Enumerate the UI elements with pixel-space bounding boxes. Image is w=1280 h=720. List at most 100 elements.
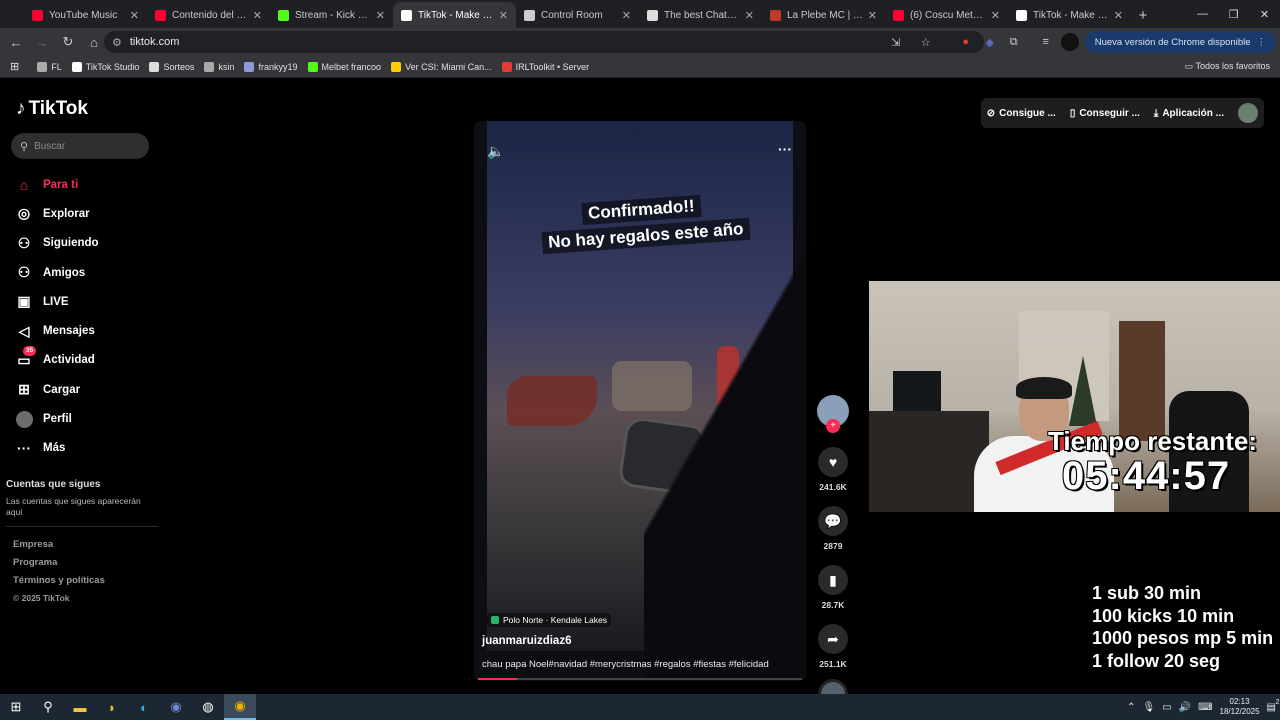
video-player[interactable]: Confirmado!! No hay regalos este año 🔈 ·… [474,121,806,681]
volume-icon[interactable]: 🔈 [487,143,504,160]
video-progress-bar[interactable] [478,678,802,680]
tab-close-icon[interactable]: ✕ [991,9,1000,22]
chrome-taskbar-icon[interactable]: ◉ [224,694,256,720]
sidebar-item-live[interactable]: ▣ LIVE [15,287,99,316]
sidebar-item-compass[interactable]: ◎ Explorar [15,199,99,228]
notification-icon[interactable]: ▤ 2 [1267,699,1280,713]
sidebar-item-friends[interactable]: ⚇ Amigos [15,258,99,287]
creator-avatar[interactable]: + [817,395,849,433]
sidebar-item-messages[interactable]: ◁ Mensajes [15,316,99,345]
browser-tab[interactable]: TikTok - Make Your Day ✕ [1008,2,1131,28]
tray-chevron-icon[interactable]: ⌃ [1127,702,1135,713]
share-arrow-icon[interactable]: ➦ [818,624,848,654]
restore-icon[interactable]: ❐ [1218,0,1249,28]
bookmark-label: TikTok Studio [85,61,140,72]
close-window-icon[interactable]: ✕ [1249,0,1280,28]
browser-tab[interactable]: The best ChatBot and ✕ [639,2,762,28]
like-heart-icon[interactable]: ♥ [818,447,848,477]
profile-avatar-icon[interactable] [1060,33,1079,51]
all-bookmarks[interactable]: ▭ Todos los favoritos [1185,61,1270,72]
address-bar[interactable]: ⚙ tiktok.com [104,31,984,53]
sidebar-item-following[interactable]: ⚇ Siguiendo [15,229,99,258]
messages-icon: ◁ [18,322,30,339]
extensions-icon[interactable]: ⧉ [1005,33,1023,51]
search-input[interactable]: ⚲ Buscar [11,133,149,159]
obs-icon[interactable]: ◍ [192,694,224,720]
discord-icon[interactable]: ◉ [160,694,192,720]
new-tab-button[interactable]: + [1131,2,1155,28]
apps-grid-icon[interactable]: ⊞ [10,60,19,73]
home-icon[interactable]: ⌂ [82,30,106,54]
clock[interactable]: 02:13 18/12/2025 [1220,697,1260,717]
taskbar-search-icon[interactable]: ⚲ [32,694,64,720]
edge-icon[interactable]: ◐ [128,694,160,720]
footer-link[interactable]: Programa [13,557,105,575]
top-actions: ⊘ Consigue ... ▯ Conseguir ... ⤓ Aplicación… [980,98,1264,128]
volume-tray-icon[interactable]: 🔊 [1179,702,1191,713]
tab-close-icon[interactable]: ✕ [376,9,385,22]
app-shield-icon[interactable]: ◗ [96,694,128,720]
following-icon: ⚇ [17,234,31,251]
follow-plus-icon[interactable]: + [826,419,840,433]
tab-close-icon[interactable]: ✕ [499,9,508,22]
bookmark-item[interactable]: FL [37,61,62,72]
bookmark-item[interactable]: Sorteos [149,61,194,72]
subathon-rule: 1 sub 30 min [1092,583,1202,603]
footer-link[interactable]: Empresa [13,539,105,557]
chrome-update-button[interactable]: Nueva versión de Chrome disponible ⋮ [1084,31,1276,53]
browser-tab[interactable]: (6) Coscu Mete Un B ✕ [885,2,1008,28]
tab-close-icon[interactable]: ✕ [1114,9,1123,22]
sidebar-item-activity[interactable]: ▭ 35 Actividad [15,346,99,375]
microphone-icon[interactable]: 🎙 [1142,702,1155,713]
desktop-app-button[interactable]: ⤓ Aplicación ... [1154,108,1224,119]
video-author[interactable]: juanmaruizdiaz6 [482,635,571,647]
more-options-icon[interactable]: ··· [778,141,792,157]
browser-tab[interactable]: Stream - Kick Dashboard ✕ [270,2,393,28]
network-icon[interactable]: ▭ [1162,702,1171,713]
back-icon[interactable]: ← [4,30,28,54]
browser-tab[interactable]: YouTube Music ✕ [24,2,147,28]
tiktok-logo[interactable]: ♪ TikTok [16,98,88,120]
browser-tab[interactable]: La Plebe MC | Tablero ✕ [762,2,885,28]
site-info-icon[interactable]: ⚙ [112,36,122,49]
language-icon[interactable]: ⌨ [1198,702,1212,713]
tab-close-icon[interactable]: ✕ [868,9,877,22]
compass-icon: ◎ [17,205,31,222]
tab-close-icon[interactable]: ✕ [130,9,139,22]
minimize-icon[interactable]: — [1187,0,1218,28]
forward-icon[interactable]: → [30,30,54,54]
tab-favicon-icon [155,9,166,21]
browser-tab[interactable]: TikTok - Make Your Day ✕ [393,2,516,28]
footer-link[interactable]: Términos y políticas [13,575,105,593]
sidebar-item-upload[interactable]: ⊞ Cargar [15,375,99,404]
user-avatar[interactable] [1238,103,1258,123]
sidebar-item-profile[interactable]: Perfil [15,404,99,433]
bookmark-item[interactable]: Ver CSI: Miami Can... [391,61,492,72]
bookmark-item[interactable]: Melbet francoo [307,61,381,72]
bookmark-icon[interactable]: ▮ [818,565,848,595]
bookmark-item[interactable]: TikTok Studio [71,61,140,72]
install-icon[interactable]: ⇲ [887,33,905,51]
reload-icon[interactable]: ↻ [56,30,80,54]
browser-tab[interactable]: Contenido del canal ✕ [147,2,270,28]
copyright: © 2025 TikTok [13,593,70,603]
extension-blue-icon[interactable]: ◆ [981,33,999,51]
location-tag[interactable]: Polo Norte · Kendale Lakes [487,613,611,627]
file-explorer-icon[interactable]: ▬ [64,694,96,720]
get-coins-button[interactable]: ⊘ Consigue ... [987,108,1056,119]
comment-icon[interactable]: 💬 [818,506,848,536]
sidebar-item-home[interactable]: ⌂ Para ti [15,170,99,199]
bookmark-item[interactable]: frankyy19 [244,61,298,72]
sidebar-item-more[interactable]: ··· Más [15,434,99,463]
media-icon[interactable]: ≡ [1037,33,1055,51]
tab-close-icon[interactable]: ✕ [622,9,631,22]
tab-close-icon[interactable]: ✕ [745,9,754,22]
tab-close-icon[interactable]: ✕ [253,9,262,22]
extension-red-icon[interactable]: ● [957,33,975,51]
browser-tab[interactable]: Control Room ✕ [516,2,639,28]
bookmark-star-icon[interactable]: ☆ [917,33,935,51]
bookmark-item[interactable]: ksin [204,61,234,72]
bookmark-item[interactable]: IRLToolkit • Server [501,61,589,72]
get-app-button[interactable]: ▯ Conseguir ... [1070,108,1140,119]
windows-start-icon[interactable]: ⊞ [0,694,32,720]
